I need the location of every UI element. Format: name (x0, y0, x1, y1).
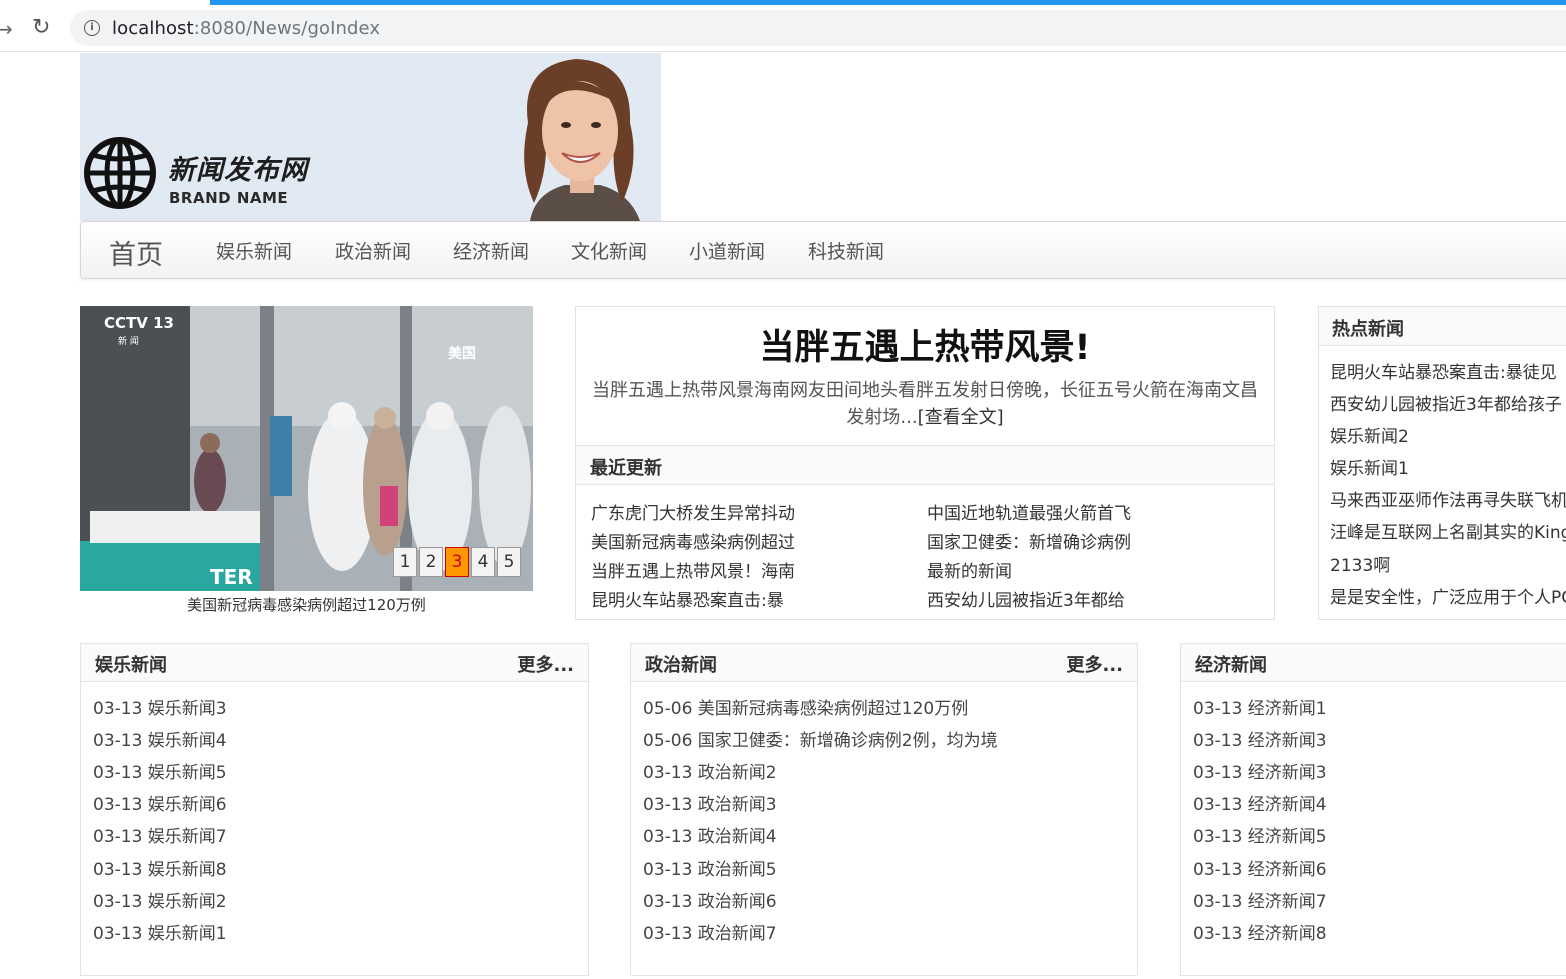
hot-news-item[interactable]: 西安幼儿园被指近3年都给孩子 (1330, 390, 1562, 415)
hot-news-item[interactable]: 2133啊 (1330, 551, 1390, 576)
site-banner: 新闻发布网 BRAND NAME (80, 53, 661, 221)
panel-list-item[interactable]: 03-13 娱乐新闻7 (93, 822, 227, 847)
panel-list-item[interactable]: 03-13 经济新闻8 (1193, 919, 1327, 944)
panel-list-item[interactable]: 03-13 经济新闻5 (1193, 822, 1327, 847)
site-info-icon[interactable]: i (84, 20, 100, 36)
panel-list-item[interactable]: 03-13 娱乐新闻2 (93, 887, 227, 912)
nav-item-entertainment[interactable]: 娱乐新闻 (216, 237, 292, 264)
panel-header: 政治新闻 更多... (631, 644, 1137, 682)
panel-list-item[interactable]: 03-13 娱乐新闻4 (93, 726, 227, 751)
panel-list-item[interactable]: 03-13 娱乐新闻3 (93, 694, 227, 719)
hot-news-header: 热点新闻 (1319, 307, 1566, 346)
panel-list-item[interactable]: 03-13 经济新闻3 (1193, 758, 1327, 783)
recent-item[interactable]: 昆明火车站暴恐案直击:暴 (591, 586, 784, 611)
brand-name-cn: 新闻发布网 (168, 155, 308, 186)
panel-list-item[interactable]: 05-06 国家卫健委：新增确诊病例2例，均为境 (643, 726, 998, 751)
panel-list-item[interactable]: 05-06 美国新冠病毒感染病例超过120万例 (643, 694, 968, 719)
cctv-sub-text: 新 闻 (118, 335, 139, 347)
nav-item-politics[interactable]: 政治新闻 (335, 237, 411, 264)
panel-list-item[interactable]: 03-13 经济新闻4 (1193, 790, 1327, 815)
panel-economy: 经济新闻 03-13 经济新闻1 03-13 经济新闻3 03-13 经济新闻3… (1180, 643, 1566, 976)
recent-item[interactable]: 最新的新闻 (927, 557, 1012, 582)
recent-item[interactable]: 美国新冠病毒感染病例超过 (591, 528, 795, 553)
url-text[interactable]: localhost:8080/News/goIndex (112, 18, 380, 39)
panel-list-item[interactable]: 03-13 娱乐新闻6 (93, 790, 227, 815)
panel-list-item[interactable]: 03-13 政治新闻3 (643, 790, 777, 815)
nav-item-gossip[interactable]: 小道新闻 (689, 237, 765, 264)
nav-home-link[interactable]: 首页 (109, 233, 163, 272)
headline-title[interactable]: 当胖五遇上热带风景! (576, 319, 1274, 370)
panel-list-item[interactable]: 03-13 娱乐新闻1 (93, 919, 227, 944)
sign-text: TER (210, 565, 253, 589)
country-tag-text: 美国 (448, 345, 476, 362)
hot-news-item[interactable]: 马来西亚巫师作法再寻失联飞机 (1330, 486, 1566, 511)
panel-list-item[interactable]: 03-13 经济新闻3 (1193, 726, 1327, 751)
panel-politics: 政治新闻 更多... 05-06 美国新冠病毒感染病例超过120万例 05-06… (630, 643, 1138, 976)
panel-more-link[interactable]: 更多... (1066, 651, 1123, 677)
panel-list-item[interactable]: 03-13 政治新闻5 (643, 855, 777, 880)
news-carousel[interactable]: CCTV 13 新 闻 美国 TER 1 2 3 4 5 (80, 306, 533, 591)
carousel-page-2[interactable]: 2 (419, 547, 443, 577)
forward-arrow-icon[interactable]: → (0, 17, 13, 41)
panel-list-item[interactable]: 03-13 政治新闻6 (643, 887, 777, 912)
browser-toolbar: → ↻ i localhost:8080/News/goIndex (0, 5, 1566, 52)
hot-news-item[interactable]: 娱乐新闻2 (1330, 422, 1409, 447)
panel-list-item[interactable]: 03-13 经济新闻1 (1193, 694, 1327, 719)
recent-item[interactable]: 国家卫健委：新增确诊病例 (927, 528, 1131, 553)
hot-news-box: 热点新闻 昆明火车站暴恐案直击:暴徒见 西安幼儿园被指近3年都给孩子 娱乐新闻2… (1318, 306, 1566, 620)
hot-news-item[interactable]: 娱乐新闻1 (1330, 454, 1409, 479)
panel-list-item[interactable]: 03-13 娱乐新闻5 (93, 758, 227, 783)
url-host: localhost (112, 18, 194, 39)
panel-list-item[interactable]: 03-13 政治新闻7 (643, 919, 777, 944)
panel-title: 娱乐新闻 (95, 655, 167, 676)
recent-title: 最近更新 (590, 458, 662, 479)
main-navbar: 首页 娱乐新闻 政治新闻 经济新闻 文化新闻 小道新闻 科技新闻 (80, 221, 1566, 279)
recent-item[interactable]: 中国近地轨道最强火箭首飞 (927, 499, 1131, 524)
headline-summary: 当胖五遇上热带风景海南网友田间地头看胖五发射日傍晚，长征五号火箭在海南文昌发射场… (588, 377, 1262, 431)
panel-list-item[interactable]: 03-13 政治新闻4 (643, 822, 777, 847)
cctv-logo-text: CCTV 13 (104, 314, 174, 332)
panel-title: 政治新闻 (645, 655, 717, 676)
panel-title: 经济新闻 (1195, 655, 1267, 676)
panel-list-item[interactable]: 03-13 娱乐新闻8 (93, 855, 227, 880)
address-bar[interactable]: i localhost:8080/News/goIndex (70, 10, 1566, 46)
hot-news-item[interactable]: 汪峰是互联网上名副其实的King (1330, 518, 1566, 543)
recent-item[interactable]: 广东虎门大桥发生异常抖动 (591, 499, 795, 524)
carousel-page-3[interactable]: 3 (445, 547, 469, 577)
headline-box: 当胖五遇上热带风景! 当胖五遇上热带风景海南网友田间地头看胖五发射日傍晚，长征五… (575, 306, 1275, 620)
panel-list-item[interactable]: 03-13 政治新闻2 (643, 758, 777, 783)
hot-news-title: 热点新闻 (1332, 319, 1404, 340)
panel-list-item[interactable]: 03-13 经济新闻6 (1193, 855, 1327, 880)
nav-item-tech[interactable]: 科技新闻 (808, 237, 884, 264)
carousel-caption[interactable]: 美国新冠病毒感染病例超过120万例 (80, 594, 533, 615)
panel-entertainment: 娱乐新闻 更多... 03-13 娱乐新闻3 03-13 娱乐新闻4 03-13… (80, 643, 589, 976)
panel-header: 娱乐新闻 更多... (81, 644, 588, 682)
banner-portrait-image (490, 53, 661, 221)
carousel-page-5[interactable]: 5 (497, 547, 521, 577)
globe-logo-icon (84, 137, 156, 209)
recent-item[interactable]: 西安幼儿园被指近3年都给 (927, 586, 1125, 611)
nav-item-culture[interactable]: 文化新闻 (571, 237, 647, 264)
reload-icon[interactable]: ↻ (32, 15, 50, 40)
panel-header: 经济新闻 (1181, 644, 1566, 682)
recent-item[interactable]: 当胖五遇上热带风景！海南 (591, 557, 795, 582)
carousel-page-1[interactable]: 1 (393, 547, 417, 577)
panel-more-link[interactable]: 更多... (517, 651, 574, 677)
panel-list-item[interactable]: 03-13 经济新闻7 (1193, 887, 1327, 912)
brand-name-en: BRAND NAME (169, 189, 289, 207)
read-more-link[interactable]: [查看全文] (918, 407, 1004, 428)
carousel-page-4[interactable]: 4 (471, 547, 495, 577)
hot-news-item[interactable]: 是是安全性，广泛应用于个人PC (1330, 583, 1566, 608)
url-path: :8080/News/goIndex (193, 18, 381, 39)
recent-header: 最近更新 (576, 445, 1274, 485)
hot-news-item[interactable]: 昆明火车站暴恐案直击:暴徒见 (1330, 358, 1557, 383)
nav-item-economy[interactable]: 经济新闻 (453, 237, 529, 264)
